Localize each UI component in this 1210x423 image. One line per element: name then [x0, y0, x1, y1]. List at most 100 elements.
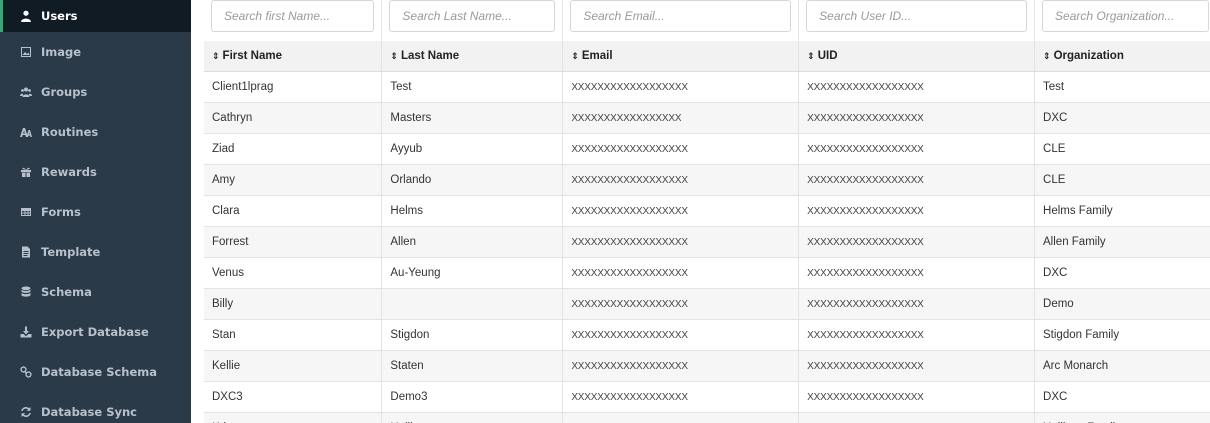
search-first-name-input[interactable] — [211, 0, 375, 32]
groups-icon — [19, 85, 33, 99]
cell-email: XXXXXXXXXXXXXXXXXX — [562, 164, 800, 196]
cell-uid: XXXXXXXXXXXXXXXXXX — [798, 288, 1036, 320]
table-row[interactable]: Clara Helms XXXXXXXXXXXXXXXXXX XXXXXXXXXXXX… — [204, 195, 1210, 227]
cell-organization: Arc Monarch — [1034, 350, 1210, 382]
column-header-label: Organization — [1053, 50, 1124, 62]
search-email-input[interactable] — [570, 0, 792, 32]
cell-organization: Helms Family — [1034, 195, 1210, 227]
cell-uid: XXXXXXXXXXXXXXXXXX — [798, 71, 1036, 103]
table-row[interactable]: Venus Au-Yeung XXXXXXXXXXXXXXXXXX XXXXXXXXX… — [204, 257, 1210, 289]
cell-first-name: Kristy — [204, 412, 383, 423]
cell-organization: CLE — [1034, 164, 1210, 196]
cell-email: XXXXXXXXXXXXXXXXXX — [562, 350, 800, 382]
table-icon — [19, 205, 33, 219]
table-row[interactable]: Kellie Staten XXXXXXXXXXXXXXXXXX XXXXXXXXXX… — [204, 350, 1210, 382]
cell-last-name: Masters — [381, 102, 564, 134]
sidebar-item-label: Forms — [41, 205, 81, 219]
cell-email: XXXXXXXXXXXXXXXXXX — [562, 226, 800, 258]
cell-organization: DXC — [1034, 257, 1210, 289]
sidebar-item-label: Users — [41, 9, 78, 23]
cell-last-name: Demo3 — [381, 381, 564, 413]
cell-organization: Test — [1034, 71, 1210, 103]
sidebar-item-database-sync[interactable]: Database Sync — [0, 392, 191, 423]
cell-first-name: Ziad — [204, 133, 383, 165]
sidebar-item-image[interactable]: Image — [0, 32, 191, 72]
sidebar-item-label: Schema — [41, 285, 92, 299]
table-row[interactable]: DXC3 Demo3 XXXXXXXXXXXXXXXXXX XXXXXXXXXXXXX… — [204, 381, 1210, 413]
sort-icon: ⇕ — [571, 51, 579, 61]
sort-icon: ⇕ — [212, 51, 220, 61]
table-row[interactable]: Forrest Allen XXXXXXXXXXXXXXXXXX XXXXXXXXXX… — [204, 226, 1210, 258]
sidebar-item-template[interactable]: Template — [0, 232, 191, 272]
cell-organization: DXC — [1034, 102, 1210, 134]
column-header-last-name[interactable]: ⇕ Last Name — [381, 41, 564, 72]
cell-first-name: Amy — [204, 164, 383, 196]
file-icon — [19, 245, 33, 259]
users-table: ⇕First Name⇕Last Name⇕Email⇕UID⇕Organiza… — [204, 0, 1210, 423]
sidebar-item-database-schema[interactable]: Database Schema — [0, 352, 191, 392]
sidebar-item-rewards[interactable]: Rewards — [0, 152, 191, 192]
sidebar-item-label: Template — [41, 245, 101, 259]
cell-email: XXXXXXXXXXXXXXXXXX — [562, 381, 800, 413]
user-icon — [19, 9, 33, 23]
users-table-panel: ⇕First Name⇕Last Name⇕Email⇕UID⇕Organiza… — [191, 0, 1210, 423]
table-row[interactable]: Cathryn Masters XXXXXXXXXXXXXXXXX XXXXXXXXX… — [204, 102, 1210, 134]
cell-organization: DXC — [1034, 381, 1210, 413]
cell-first-name: Venus — [204, 257, 383, 289]
search-email-cell — [562, 0, 800, 41]
routines-icon — [19, 125, 33, 139]
search-last-name-input[interactable] — [389, 0, 556, 32]
cell-uid: XXXXXXXXXXXXXXXXXX — [798, 133, 1036, 165]
cell-last-name: Au-Yeung — [381, 257, 564, 289]
search-first-name-cell — [204, 0, 383, 41]
sidebar-item-users[interactable]: Users — [0, 0, 191, 32]
column-header-first-name[interactable]: ⇕ First Name — [204, 41, 383, 72]
cell-last-name: Ayyub — [381, 133, 564, 165]
table-row[interactable]: Billy XXXXXXXXXXXXXXXXXX XXXXXXXXXXXXXXXXX… — [204, 288, 1210, 320]
sidebar-item-label: Export Database — [41, 325, 149, 339]
sidebar-item-export-database[interactable]: Export Database — [0, 312, 191, 352]
table-body: Client1lprag Test XXXXXXXXXXXXXXXXXX XXXXXX… — [204, 71, 1210, 423]
cell-last-name: Test — [381, 71, 564, 103]
column-header-email[interactable]: ⇕ Email — [562, 41, 800, 72]
cell-email: XXXXXXXXXXXXXXXXXX — [562, 288, 800, 320]
cell-email: XXXXXXXXXXXXXXXXXX — [562, 257, 800, 289]
table-row[interactable]: Ziad Ayyub XXXXXXXXXXXXXXXXXX XXXXXXXXXXXXX… — [204, 133, 1210, 165]
sidebar-item-label: Groups — [41, 85, 88, 99]
sidebar-item-label: Database Schema — [41, 365, 158, 379]
cell-organization: Demo — [1034, 288, 1210, 320]
cell-email: XXXXXXXXXXXXXXXXXX — [562, 71, 800, 103]
cell-first-name: Clara — [204, 195, 383, 227]
search-organization-cell — [1034, 0, 1210, 41]
cell-email: XXXXXXXXXXXXXXXXXX — [562, 412, 800, 423]
sidebar-item-schema[interactable]: Schema — [0, 272, 191, 312]
database-icon — [19, 285, 33, 299]
table-row[interactable]: Stan Stigdon XXXXXXXXXXXXXXXXXX XXXXXXXXXXX… — [204, 319, 1210, 351]
sort-icon: ⇕ — [390, 51, 398, 61]
sidebar-item-groups[interactable]: Groups — [0, 72, 191, 112]
table-row[interactable]: Client1lprag Test XXXXXXXXXXXXXXXXXX XXXXXX… — [204, 71, 1210, 103]
cell-email: XXXXXXXXXXXXXXXXXX — [562, 195, 800, 227]
sidebar-item-label: Image — [41, 45, 82, 59]
search-uid-input[interactable] — [806, 0, 1028, 32]
cell-first-name: DXC3 — [204, 381, 383, 413]
search-uid-cell — [798, 0, 1036, 41]
sidebar-item-forms[interactable]: Forms — [0, 192, 191, 232]
column-header-label: First Name — [222, 50, 282, 62]
cell-first-name: Kellie — [204, 350, 383, 382]
search-filter-row — [204, 0, 1210, 41]
gift-icon — [19, 165, 33, 179]
image-icon — [19, 45, 33, 59]
table-row[interactable]: KristyHullingsXXXXXXXXXXXXXXXXXXXXXXXXXX… — [204, 412, 1210, 423]
column-header-organization[interactable]: ⇕ Organization — [1034, 41, 1210, 72]
column-header-uid[interactable]: ⇕ UID — [798, 41, 1036, 72]
search-organization-input[interactable] — [1042, 0, 1209, 32]
app-window: Users Image Groups Routines Rewards Forms Temp… — [0, 0, 1210, 423]
download-icon — [19, 325, 33, 339]
table-row[interactable]: Amy Orlando XXXXXXXXXXXXXXXXXX XXXXXXXXXXXX… — [204, 164, 1210, 196]
cell-organization: Hullings Family — [1034, 412, 1210, 423]
sidebar-item-routines[interactable]: Routines — [0, 112, 191, 152]
cell-uid: XXXXXXXXXXXXXXXXXX — [798, 226, 1036, 258]
cell-organization: CLE — [1034, 133, 1210, 165]
cell-first-name: Forrest — [204, 226, 383, 258]
